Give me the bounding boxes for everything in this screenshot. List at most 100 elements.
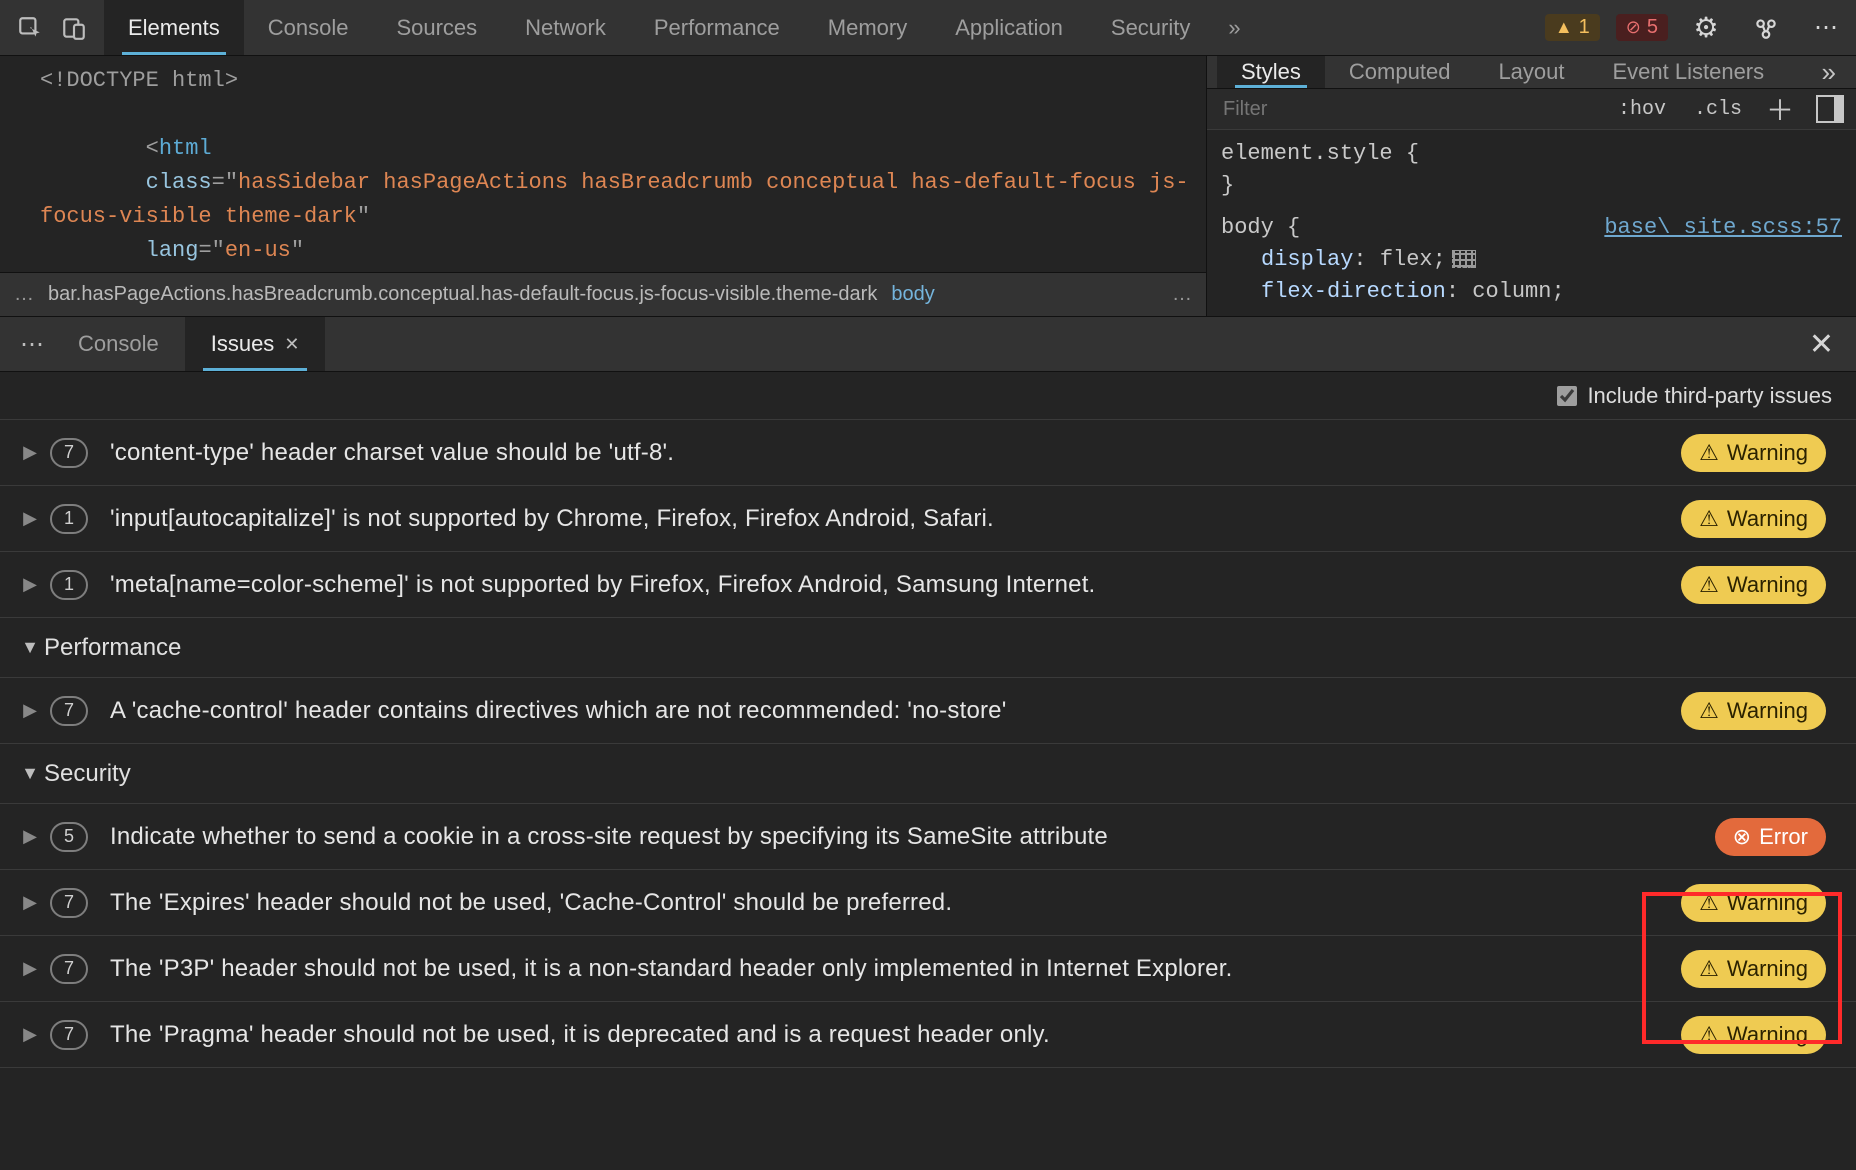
main-tabs: Elements Console Sources Network Perform… [104,0,1255,55]
styles-tab-eventlisteners[interactable]: Event Listeners [1589,56,1789,88]
warning-icon: ▲ [1555,17,1573,38]
warning-icon: ⚠ [1699,440,1719,466]
issue-row[interactable]: ▶ 7 The 'P3P' header should not be used,… [0,936,1856,1002]
flex-editor-icon[interactable] [1452,250,1476,268]
include-3p-checkbox[interactable] [1557,386,1577,406]
expand-caret-icon[interactable]: ▶ [16,892,44,913]
computed-styles-sidebar-icon[interactable] [1816,95,1844,123]
styles-tab-layout[interactable]: Layout [1474,56,1588,88]
experiments-icon[interactable] [1744,6,1788,50]
settings-icon[interactable]: ⚙ [1684,6,1728,50]
issue-category[interactable]: ▼ Security [0,744,1856,804]
category-label: Security [44,760,131,788]
tab-network[interactable]: Network [501,0,630,55]
styles-tab-styles[interactable]: Styles [1217,56,1325,88]
tab-performance[interactable]: Performance [630,0,804,55]
issue-count: 7 [50,954,88,984]
warning-badge: ⚠Warning [1681,566,1826,604]
drawer-tab-console[interactable]: Console [52,317,185,371]
inspect-element-icon[interactable] [8,6,52,50]
kebab-menu-icon[interactable]: ⋯ [1804,6,1848,50]
close-tab-icon[interactable]: ✕ [284,334,299,355]
issue-row[interactable]: ▶ 7 'content-type' header charset value … [0,420,1856,486]
breadcrumb-body[interactable]: body [891,283,934,306]
issue-message: 'input[autocapitalize]' is not supported… [110,505,994,533]
tab-overflow[interactable]: » [1214,0,1254,55]
issue-row[interactable]: ▶ 5 Indicate whether to send a cookie in… [0,804,1856,870]
device-toolbar-icon[interactable] [52,6,96,50]
issues-toolbar: Include third-party issues [0,372,1856,420]
issue-message: A 'cache-control' header contains direct… [110,697,1007,725]
issue-message: The 'Expires' header should not be used,… [110,889,952,917]
drawer: ⋯ Console Issues ✕ ✕ Include third-party… [0,316,1856,1170]
expand-caret-icon[interactable]: ▶ [16,508,44,529]
breadcrumb-ellipsis[interactable]: … [1172,283,1192,306]
issue-row[interactable]: ▶ 1 'meta[name=color-scheme]' is not sup… [0,552,1856,618]
tab-sources[interactable]: Sources [372,0,501,55]
styles-tab-computed[interactable]: Computed [1325,56,1475,88]
issue-category[interactable]: ▼ Performance [0,618,1856,678]
cls-toggle[interactable]: .cls [1680,98,1756,121]
warnings-count: 1 [1579,16,1590,39]
error-icon: ⊗ [1733,824,1751,850]
issue-message: Indicate whether to send a cookie in a c… [110,823,1108,851]
breadcrumb-segment[interactable]: bar.hasPageActions.hasBreadcrumb.concept… [48,283,877,306]
issue-row[interactable]: ▶ 7 A 'cache-control' header contains di… [0,678,1856,744]
styles-filter-row: :hov .cls ＋ [1207,89,1856,130]
expand-caret-icon[interactable]: ▶ [16,826,44,847]
new-style-rule-icon[interactable]: ＋ [1756,89,1804,129]
devtools-tabbar: Elements Console Sources Network Perform… [0,0,1856,56]
source-link[interactable]: base\ site.scss:57 [1604,212,1842,244]
expand-caret-icon[interactable]: ▶ [16,574,44,595]
styles-tab-overflow[interactable]: » [1812,57,1846,88]
issue-message: The 'P3P' header should not be used, it … [110,955,1232,983]
styles-rules[interactable]: element.style { } base\ site.scss:57 bod… [1207,130,1856,316]
dom-doctype[interactable]: <!DOCTYPE html> [12,64,1194,98]
dom-breadcrumb[interactable]: … bar.hasPageActions.hasBreadcrumb.conce… [0,272,1206,316]
issue-count: 7 [50,1020,88,1050]
issue-count: 7 [50,438,88,468]
css-declaration[interactable]: flex-direction: column; [1221,276,1842,308]
error-badge: ⊗Error [1715,818,1826,856]
error-icon: ⊘ [1626,17,1641,38]
tab-elements[interactable]: Elements [104,0,244,55]
issue-row[interactable]: ▶ 7 The 'Expires' header should not be u… [0,870,1856,936]
tab-console[interactable]: Console [244,0,373,55]
styles-filter-input[interactable] [1207,98,1604,121]
include-3p-label: Include third-party issues [1587,383,1832,409]
tab-memory[interactable]: Memory [804,0,931,55]
issue-count: 7 [50,696,88,726]
css-declaration[interactable]: display: flex; [1221,244,1842,276]
tab-application[interactable]: Application [931,0,1087,55]
breadcrumb-ellipsis[interactable]: … [14,283,34,306]
issue-row[interactable]: ▶ 7 The 'Pragma' header should not be us… [0,1002,1856,1068]
issues-list[interactable]: ▶ 7 'content-type' header charset value … [0,420,1856,1170]
category-label: Performance [44,634,181,662]
expand-caret-icon[interactable]: ▶ [16,958,44,979]
warning-icon: ⚠ [1699,572,1719,598]
warning-badge: ⚠Warning [1681,500,1826,538]
collapse-caret-icon[interactable]: ▼ [16,637,44,658]
hov-toggle[interactable]: :hov [1604,98,1680,121]
collapse-caret-icon[interactable]: ▼ [16,763,44,784]
body-selector[interactable]: body { [1221,215,1300,240]
expand-caret-icon[interactable]: ▶ [16,700,44,721]
close-drawer-icon[interactable]: ✕ [1799,327,1844,362]
styles-tabbar: Styles Computed Layout Event Listeners » [1207,56,1856,89]
issue-message: The 'Pragma' header should not be used, … [110,1021,1050,1049]
include-3p-toggle[interactable]: Include third-party issues [1557,383,1832,409]
drawer-menu-icon[interactable]: ⋯ [12,330,52,359]
issue-count: 1 [50,504,88,534]
issue-row[interactable]: ▶ 1 'input[autocapitalize]' is not suppo… [0,486,1856,552]
warnings-badge[interactable]: ▲1 [1545,14,1600,41]
warning-icon: ⚠ [1699,698,1719,724]
expand-caret-icon[interactable]: ▶ [16,1024,44,1045]
drawer-tabbar: ⋯ Console Issues ✕ ✕ [0,316,1856,372]
issue-message: 'meta[name=color-scheme]' is not support… [110,571,1095,599]
errors-badge[interactable]: ⊘5 [1616,14,1668,41]
tab-security[interactable]: Security [1087,0,1214,55]
drawer-tab-issues[interactable]: Issues ✕ [185,317,326,371]
issue-count: 5 [50,822,88,852]
expand-caret-icon[interactable]: ▶ [16,442,44,463]
element-style-selector[interactable]: element.style { [1221,138,1842,170]
